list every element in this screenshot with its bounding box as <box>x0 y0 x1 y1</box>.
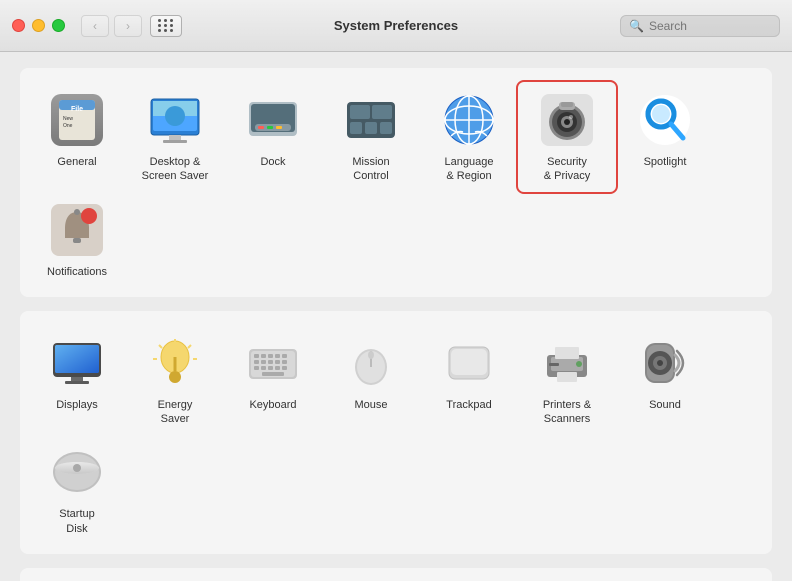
energy-icon <box>145 333 205 393</box>
mission-control-label: MissionControl <box>352 155 389 184</box>
security-label: Security& Privacy <box>544 155 590 184</box>
mission-control-icon <box>341 90 401 150</box>
pref-dock[interactable]: Dock <box>224 82 322 192</box>
language-label: Language& Region <box>445 155 494 184</box>
pref-spotlight[interactable]: Spotlight <box>616 82 714 192</box>
close-button[interactable] <box>12 19 25 32</box>
keyboard-label: Keyboard <box>249 398 296 412</box>
titlebar: ‹ › System Preferences 🔍 <box>0 0 792 52</box>
general-label: General <box>57 155 96 169</box>
displays-label: Displays <box>56 398 98 412</box>
svg-text:One: One <box>63 123 73 129</box>
pref-sound[interactable]: Sound <box>616 325 714 435</box>
pref-language[interactable]: Language& Region <box>420 82 518 192</box>
pref-printers[interactable]: Printers &Scanners <box>518 325 616 435</box>
minimize-button[interactable] <box>32 19 45 32</box>
notifications-label: Notifications <box>47 265 107 279</box>
sound-label: Sound <box>649 398 681 412</box>
dock-label: Dock <box>260 155 285 169</box>
sound-icon <box>635 333 695 393</box>
pref-mission-control[interactable]: MissionControl <box>322 82 420 192</box>
spotlight-icon <box>635 90 695 150</box>
section-hardware: Displays Ener <box>20 311 772 554</box>
general-icon: File New One <box>47 90 107 150</box>
window-title: System Preferences <box>334 18 458 33</box>
search-icon: 🔍 <box>629 19 644 33</box>
notifications-icon <box>47 200 107 260</box>
dock-icon <box>243 90 303 150</box>
search-bar[interactable]: 🔍 <box>620 15 780 37</box>
back-button[interactable]: ‹ <box>81 15 109 37</box>
search-input[interactable] <box>649 19 771 33</box>
pref-desktop[interactable]: Desktop &Screen Saver <box>126 82 224 192</box>
printers-label: Printers &Scanners <box>543 398 591 427</box>
pref-mouse[interactable]: Mouse <box>322 325 420 435</box>
personal-grid: File New One General <box>28 82 764 287</box>
svg-text:File: File <box>71 106 83 113</box>
startup-label: StartupDisk <box>59 507 94 536</box>
pref-startup[interactable]: StartupDisk <box>28 434 126 544</box>
mouse-label: Mouse <box>354 398 387 412</box>
section-personal: File New One General <box>20 68 772 297</box>
pref-energy[interactable]: EnergySaver <box>126 325 224 435</box>
svg-text:New: New <box>63 116 73 122</box>
pref-security[interactable]: Security& Privacy <box>518 82 616 192</box>
grid-icon <box>158 19 174 32</box>
spotlight-label: Spotlight <box>644 155 687 169</box>
show-all-button[interactable] <box>150 15 182 37</box>
maximize-button[interactable] <box>52 19 65 32</box>
language-icon <box>439 90 499 150</box>
forward-button[interactable]: › <box>114 15 142 37</box>
desktop-icon <box>145 90 205 150</box>
pref-general[interactable]: File New One General <box>28 82 126 192</box>
traffic-lights <box>12 19 65 32</box>
main-content: File New One General <box>0 52 792 581</box>
trackpad-label: Trackpad <box>446 398 491 412</box>
nav-buttons: ‹ › <box>81 15 142 37</box>
hardware-grid: Displays Ener <box>28 325 764 544</box>
pref-keyboard[interactable]: Keyboard <box>224 325 322 435</box>
pref-displays[interactable]: Displays <box>28 325 126 435</box>
startup-icon <box>47 442 107 502</box>
printers-icon <box>537 333 597 393</box>
displays-icon <box>47 333 107 393</box>
pref-notifications[interactable]: Notifications <box>28 192 126 287</box>
mouse-icon <box>341 333 401 393</box>
trackpad-icon <box>439 333 499 393</box>
pref-trackpad[interactable]: Trackpad <box>420 325 518 435</box>
security-icon <box>537 90 597 150</box>
desktop-label: Desktop &Screen Saver <box>142 155 209 184</box>
keyboard-icon <box>243 333 303 393</box>
energy-label: EnergySaver <box>158 398 193 427</box>
section-internet: iCloud @ InternetAccounts <box>20 568 772 581</box>
